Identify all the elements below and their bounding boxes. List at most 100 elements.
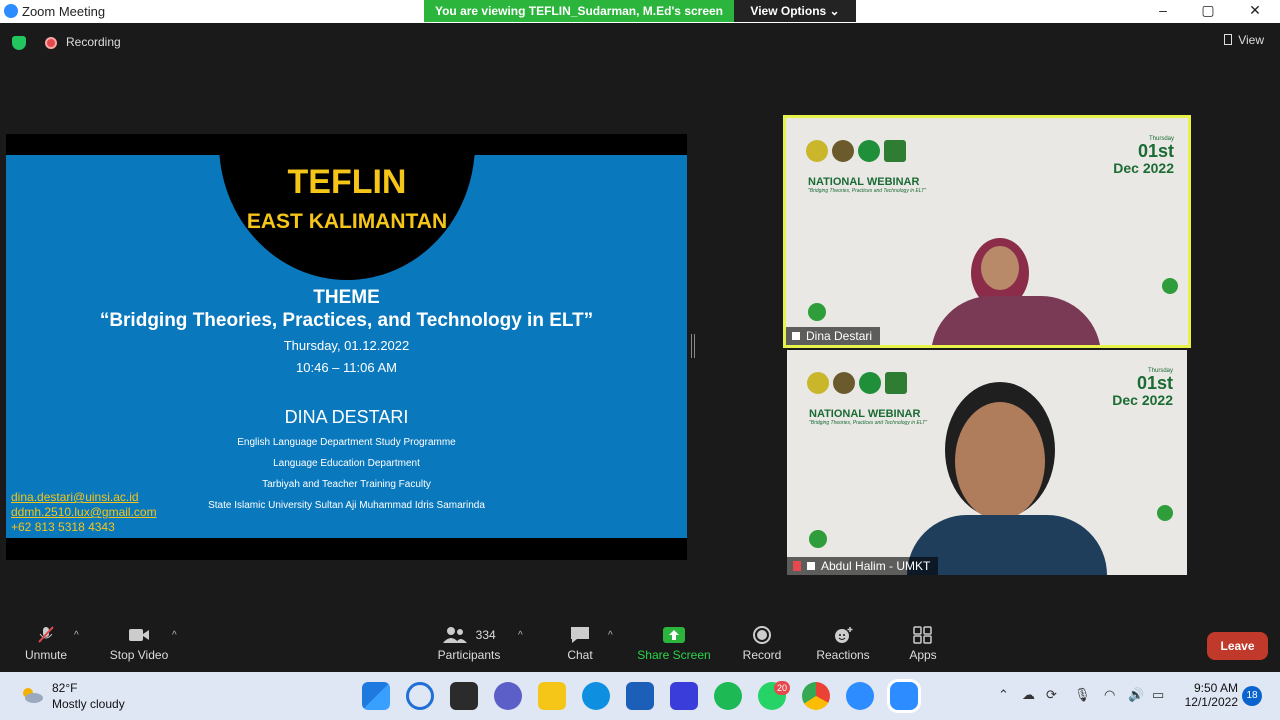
webinar-subtitle: "Bridging Theories, Practices and Techno… (809, 420, 928, 426)
wifi-icon[interactable]: ◠ (1104, 687, 1115, 703)
windows-start-icon[interactable] (362, 682, 390, 710)
unmute-label: Unmute (24, 648, 68, 662)
task-view-icon[interactable] (450, 682, 478, 710)
institution-logos (806, 140, 910, 167)
share-screen-button[interactable]: Share Screen (634, 618, 714, 672)
meeting-toolbar: Unmute ^ Stop Video ^ 334 Participants ^… (0, 618, 1280, 672)
slide-speaker: DINA DESTARI (284, 407, 409, 427)
onedrive-cloud-icon[interactable]: ☁ (1022, 687, 1035, 703)
view-layout-icon (1224, 34, 1233, 45)
shared-screen: TEFLIN EAST KALIMANTAN THEME “Bridging T… (6, 134, 687, 560)
participant-face (981, 246, 1019, 290)
show-hidden-icons-chevron-icon[interactable]: ⌃ (998, 687, 1009, 703)
participant-name-tag: Abdul Halim - UMKT (787, 557, 939, 575)
video-options-chevron-icon[interactable]: ^ (172, 630, 177, 641)
apps-button[interactable]: Apps (898, 618, 948, 672)
decorative-shape (1157, 505, 1173, 521)
window-titlebar: Zoom Meeting You are viewing TEFLIN_Suda… (0, 0, 1280, 23)
whatsapp-notification-badge: 20 (774, 681, 790, 695)
contact-phone: +62 813 5318 4343 (11, 520, 115, 534)
slide-affiliation-line: Language Education Department (273, 458, 420, 469)
security-shield-icon[interactable] (12, 36, 26, 50)
file-explorer-icon[interactable] (538, 682, 566, 710)
reactions-button[interactable]: Reactions (812, 618, 874, 672)
webinar-month-year: Dec 2022 (1113, 160, 1174, 176)
stop-video-button[interactable]: Stop Video (104, 618, 174, 672)
screen-share-banner: You are viewing TEFLIN_Sudarman, M.Ed's … (424, 0, 734, 22)
slide-title: TEFLIN (287, 163, 407, 201)
participants-button[interactable]: 334 Participants (434, 618, 504, 672)
spotify-icon[interactable] (714, 682, 742, 710)
webinar-banner: NATIONAL WEBINAR (808, 176, 920, 188)
teams-chat-icon[interactable] (494, 682, 522, 710)
minimize-icon[interactable]: – (1148, 2, 1178, 18)
logo-icon (858, 140, 880, 162)
view-button[interactable]: View (1224, 33, 1264, 47)
record-button[interactable]: Record (736, 618, 788, 672)
app-icon[interactable] (846, 682, 874, 710)
battery-icon[interactable]: ▭ (1152, 687, 1164, 703)
record-icon (753, 626, 771, 644)
video-tile-active-speaker[interactable]: NATIONAL WEBINAR "Bridging Theories, Pra… (783, 115, 1191, 348)
edge-browser-icon[interactable] (582, 682, 610, 710)
weather-description[interactable]: Mostly cloudy (52, 697, 125, 711)
slide-theme-label: THEME (313, 287, 380, 308)
logo-icon (807, 372, 829, 394)
slide-date: Thursday, 01.12.2022 (283, 338, 410, 353)
webinar-banner: NATIONAL WEBINAR (809, 408, 921, 420)
participants-label: Participants (437, 648, 501, 662)
slide-affiliation-line: English Language Department Study Progra… (237, 437, 456, 448)
slide-subtitle: EAST KALIMANTAN (246, 210, 448, 233)
view-options-button[interactable]: View Options ⌄ (734, 0, 856, 22)
close-icon[interactable]: ✕ (1240, 2, 1270, 19)
audio-options-chevron-icon[interactable]: ^ (74, 630, 79, 641)
clock-time: 9:50 AM (1193, 681, 1238, 695)
participant-name-tag: Dina Destari (786, 327, 881, 345)
logo-icon (806, 140, 828, 162)
reactions-smiley-icon (835, 627, 853, 643)
participants-options-chevron-icon[interactable]: ^ (518, 630, 523, 641)
slide-theme-text: “Bridging Theories, Practices, and Techn… (99, 310, 594, 331)
chat-button[interactable]: Chat (554, 618, 606, 672)
mic-muted-icon (38, 626, 54, 643)
app-icon[interactable] (670, 682, 698, 710)
logo-icon (859, 372, 881, 394)
weather-temperature[interactable]: 82°F (52, 681, 77, 695)
slide-contacts: dina.destari@uinsi.ac.id ddmh.2510.lux@g… (11, 490, 157, 535)
notification-center-badge[interactable]: 18 (1242, 686, 1262, 706)
slide-time: 10:46 – 11:06 AM (296, 360, 397, 375)
maximize-icon[interactable]: ▢ (1193, 2, 1223, 19)
webinar-subtitle: "Bridging Theories, Practices and Techno… (808, 188, 927, 194)
leave-button[interactable]: Leave (1207, 632, 1268, 660)
unmute-button[interactable]: Unmute (16, 618, 76, 672)
microsoft-store-icon[interactable] (626, 682, 654, 710)
participant-body (931, 296, 1101, 345)
decorative-shape (809, 530, 827, 548)
slide-affiliation-line: Tarbiyah and Teacher Training Faculty (262, 479, 431, 490)
mic-muted-icon (793, 561, 801, 571)
zoom-app-icon (4, 4, 18, 18)
webinar-date: Thursday 01st Dec 2022 (1112, 368, 1173, 408)
webinar-date: Thursday 01st Dec 2022 (1113, 136, 1174, 176)
recording-label[interactable]: Recording (66, 35, 121, 49)
webinar-date-number: 01st (1136, 373, 1173, 393)
search-icon[interactable] (406, 682, 434, 710)
view-label: View (1238, 33, 1264, 47)
volume-icon[interactable]: 🔊 (1128, 687, 1144, 703)
apps-label: Apps (909, 648, 937, 662)
chat-options-chevron-icon[interactable]: ^ (608, 630, 613, 641)
system-clock[interactable]: 9:50 AM 12/1/2022 (1180, 681, 1238, 709)
weather-cloud-sun-icon[interactable] (20, 686, 44, 704)
presentation-slide: TEFLIN EAST KALIMANTAN THEME “Bridging T… (6, 155, 687, 538)
meeting-topbar: Recording View (0, 23, 1280, 61)
logo-icon (885, 372, 907, 394)
zoom-taskbar-icon[interactable] (890, 682, 918, 710)
institution-logos (807, 372, 911, 399)
chrome-icon[interactable] (802, 682, 830, 710)
contact-email: ddmh.2510.lux@gmail.com (11, 505, 157, 519)
microphone-icon[interactable]: 🎙 (1074, 687, 1091, 703)
panel-resize-handle[interactable] (691, 334, 695, 358)
stop-video-label: Stop Video (109, 648, 169, 662)
sync-icon[interactable]: ⟳ (1046, 687, 1057, 703)
video-tile[interactable]: NATIONAL WEBINAR "Bridging Theories, Pra… (787, 350, 1187, 575)
